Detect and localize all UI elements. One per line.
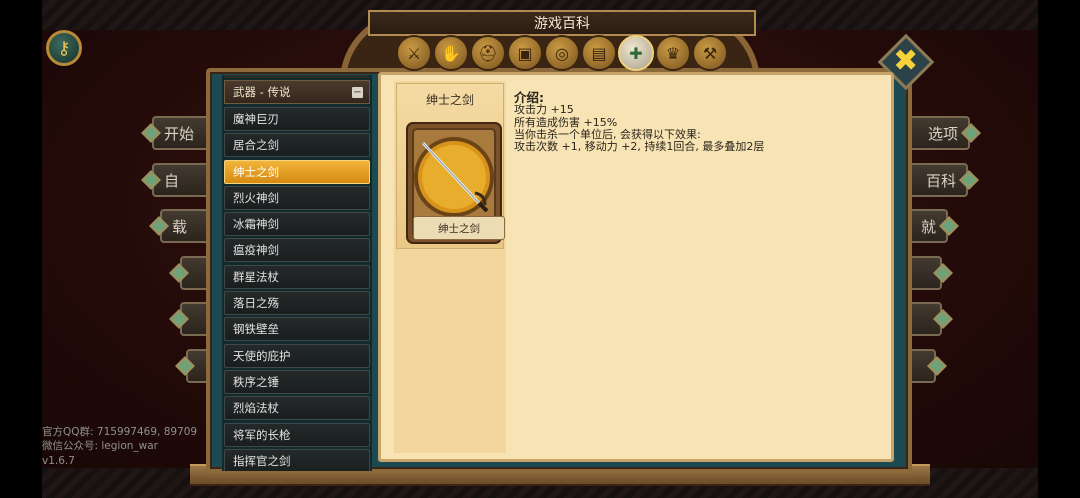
menu-label: 选项: [927, 124, 958, 143]
key-icon[interactable]: ⚷: [46, 30, 82, 66]
version-text: v1.6.7: [42, 455, 75, 467]
menu-label: 自: [164, 171, 180, 190]
list-item[interactable]: 冰霜神剑: [224, 212, 370, 237]
list-item[interactable]: 落日之殇: [224, 291, 370, 316]
list-category-header[interactable]: 武器 - 传说 −: [224, 80, 370, 104]
list-item[interactable]: 烈火神剑: [224, 185, 370, 210]
list-item-selected[interactable]: 绅士之剑: [224, 159, 370, 184]
list-item[interactable]: 天使的庇护: [224, 343, 370, 368]
list-item[interactable]: 瘟疫神剑: [224, 238, 370, 263]
hammer-category-icon[interactable]: ⚒: [692, 35, 728, 71]
item-list[interactable]: 武器 - 传说 − 魔神巨刃 居合之剑 绅士之剑 烈火神剑 冰霜神剑 瘟疫神剑 …: [222, 75, 372, 471]
detail-panel: 绅士之剑 绅士之剑 介绍: 攻击力 +15 所有造成伤害 +15% 当你击杀一个…: [378, 72, 894, 462]
armor-category-icon[interactable]: ▣: [507, 35, 543, 71]
desc-line: 攻击力 +15: [514, 103, 574, 117]
list-item[interactable]: 钢铁壁垒: [224, 317, 370, 342]
close-icon: ✖: [893, 43, 919, 79]
cape-category-icon[interactable]: ♛: [655, 35, 691, 71]
list-item[interactable]: 指挥官之剑: [224, 448, 370, 471]
popup-title-text: 游戏百科: [534, 16, 590, 32]
list-item[interactable]: 将军的长枪: [224, 422, 370, 447]
menu-label: 就: [920, 217, 936, 236]
item-name: 绅士之剑: [425, 93, 474, 107]
spiral-category-icon[interactable]: ◎: [544, 35, 580, 71]
list-item[interactable]: 秩序之锤: [224, 369, 370, 394]
list-item[interactable]: 群星法杖: [224, 264, 370, 289]
desc-line: 攻击次数 +1, 移动力 +2, 持续1回合, 最多叠加2层: [514, 140, 765, 154]
list-item[interactable]: 魔神巨刃: [224, 107, 370, 131]
claw-category-icon[interactable]: ✋: [433, 35, 469, 71]
item-description: 介绍: 攻击力 +15 所有造成伤害 +15% 当你击杀一个单位后, 会获得以下…: [514, 91, 884, 154]
list-top-edge: [224, 75, 370, 78]
helmet-category-icon[interactable]: ⛑: [470, 35, 506, 71]
wechat-text: 微信公众号: legion_war: [42, 440, 159, 452]
qq-group-text: 官方QQ群: 715997469, 89709: [42, 426, 198, 438]
list-item[interactable]: 烈焰法杖: [224, 396, 370, 421]
menu-label: 载: [172, 217, 188, 236]
menu-label: 百科: [925, 171, 956, 190]
book-category-icon[interactable]: ▤: [581, 35, 617, 71]
sword-emblem-category-icon[interactable]: ✚: [618, 35, 654, 71]
collapse-icon[interactable]: −: [352, 87, 363, 98]
popup-title: 游戏百科: [368, 10, 756, 36]
menu-label: 开始: [164, 124, 195, 143]
sword-category-icon[interactable]: ⚔: [396, 35, 432, 71]
category-tabs: ⚔ ✋ ⛑ ▣ ◎ ▤ ✚ ♛ ⚒: [396, 35, 728, 71]
list-item[interactable]: 居合之剑: [224, 133, 370, 158]
list-header-label: 武器 - 传说: [233, 85, 291, 99]
item-name-plate: 绅士之剑: [413, 216, 505, 240]
